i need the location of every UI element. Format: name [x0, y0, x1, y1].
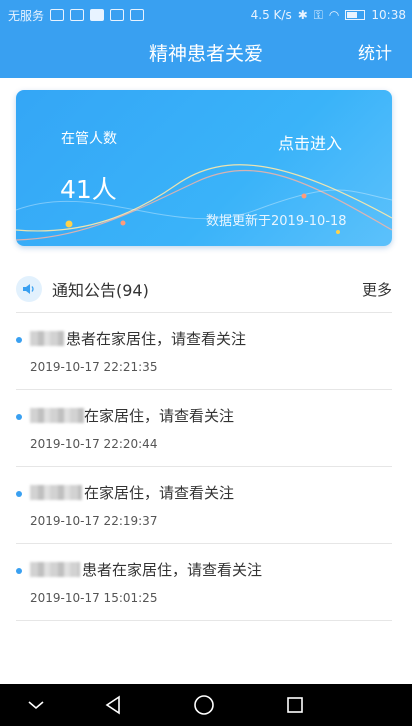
home-icon[interactable] — [184, 684, 224, 726]
data-updated-label: 数据更新于2019-10-18 — [206, 214, 347, 229]
divider — [16, 312, 392, 313]
notices-title: 通知公告(94) — [52, 281, 149, 300]
bullet-icon — [16, 414, 22, 420]
notice-text: 患者在家居住，请查看关注 — [82, 561, 263, 579]
collapse-icon[interactable] — [16, 684, 56, 726]
bullet-icon — [16, 337, 22, 343]
notice-item[interactable]: 患者在家居住，请查看关注 2019-10-17 22:21:35 — [16, 314, 392, 390]
wifi-icon: ◠ — [328, 8, 340, 22]
network-speed: 4.5 K/s — [250, 8, 292, 22]
notification-icon — [50, 9, 65, 21]
notice-time: 2019-10-17 22:21:35 — [30, 360, 158, 374]
notice-text: 在家居住，请查看关注 — [84, 407, 235, 425]
page-title: 精神患者关爱 — [148, 43, 263, 65]
battery-icon — [345, 10, 366, 20]
summary-card[interactable]: 在管人数 41人 点击进入 数据更新于2019-10-18 — [16, 90, 392, 246]
divider — [16, 543, 392, 544]
more-button[interactable]: 更多 — [362, 279, 392, 300]
key-icon: ⚿ — [313, 7, 323, 22]
enter-link[interactable]: 点击进入 — [278, 130, 342, 154]
notice-item[interactable]: 在家居住，请查看关注 2019-10-17 22:20:44 — [16, 391, 392, 467]
notice-item[interactable]: 患者在家居住，请查看关注 2019-10-17 15:01:25 — [16, 545, 392, 621]
back-icon[interactable] — [93, 684, 133, 726]
notice-text: 患者在家居住，请查看关注 — [66, 330, 247, 348]
notice-text: 在家居住，请查看关注 — [84, 484, 235, 502]
managed-count-value: 41人 — [60, 175, 117, 204]
notification-icon — [70, 9, 85, 21]
notice-item[interactable]: 在家居住，请查看关注 2019-10-17 22:19:37 — [16, 468, 392, 544]
carrier-label: 无服务 — [8, 8, 45, 23]
notification-icon — [130, 9, 145, 21]
bullet-icon — [16, 491, 22, 497]
divider — [16, 620, 392, 621]
speaker-icon — [16, 276, 42, 302]
managed-count-label: 在管人数 — [61, 131, 117, 147]
bluetooth-icon: ✱ — [297, 8, 308, 22]
redacted-name — [30, 408, 84, 423]
system-nav-bar — [0, 684, 412, 726]
notice-time: 2019-10-17 22:20:44 — [30, 437, 158, 451]
statistics-button[interactable]: 统计 — [358, 30, 392, 78]
redacted-name — [30, 331, 64, 346]
status-right: 4.5 K/s ✱ ⚿ ◠ 10:38 — [251, 8, 406, 23]
notification-icon — [110, 9, 125, 21]
divider — [16, 389, 392, 390]
status-bar: 无服务 4.5 K/s ✱ ⚿ ◠ 10:38 — [0, 0, 412, 30]
app-header: 精神患者关爱 统计 — [0, 30, 412, 78]
notification-icon — [90, 9, 105, 21]
clock: 10:38 — [371, 8, 406, 22]
recent-apps-icon[interactable] — [275, 684, 315, 726]
redacted-name — [30, 485, 82, 500]
notices-header: 通知公告(94) 更多 — [16, 268, 392, 310]
divider — [16, 466, 392, 467]
notice-time: 2019-10-17 15:01:25 — [30, 591, 158, 605]
status-left: 无服务 — [8, 7, 145, 24]
bullet-icon — [16, 568, 22, 574]
notice-time: 2019-10-17 22:19:37 — [30, 514, 158, 528]
redacted-name — [30, 562, 80, 577]
